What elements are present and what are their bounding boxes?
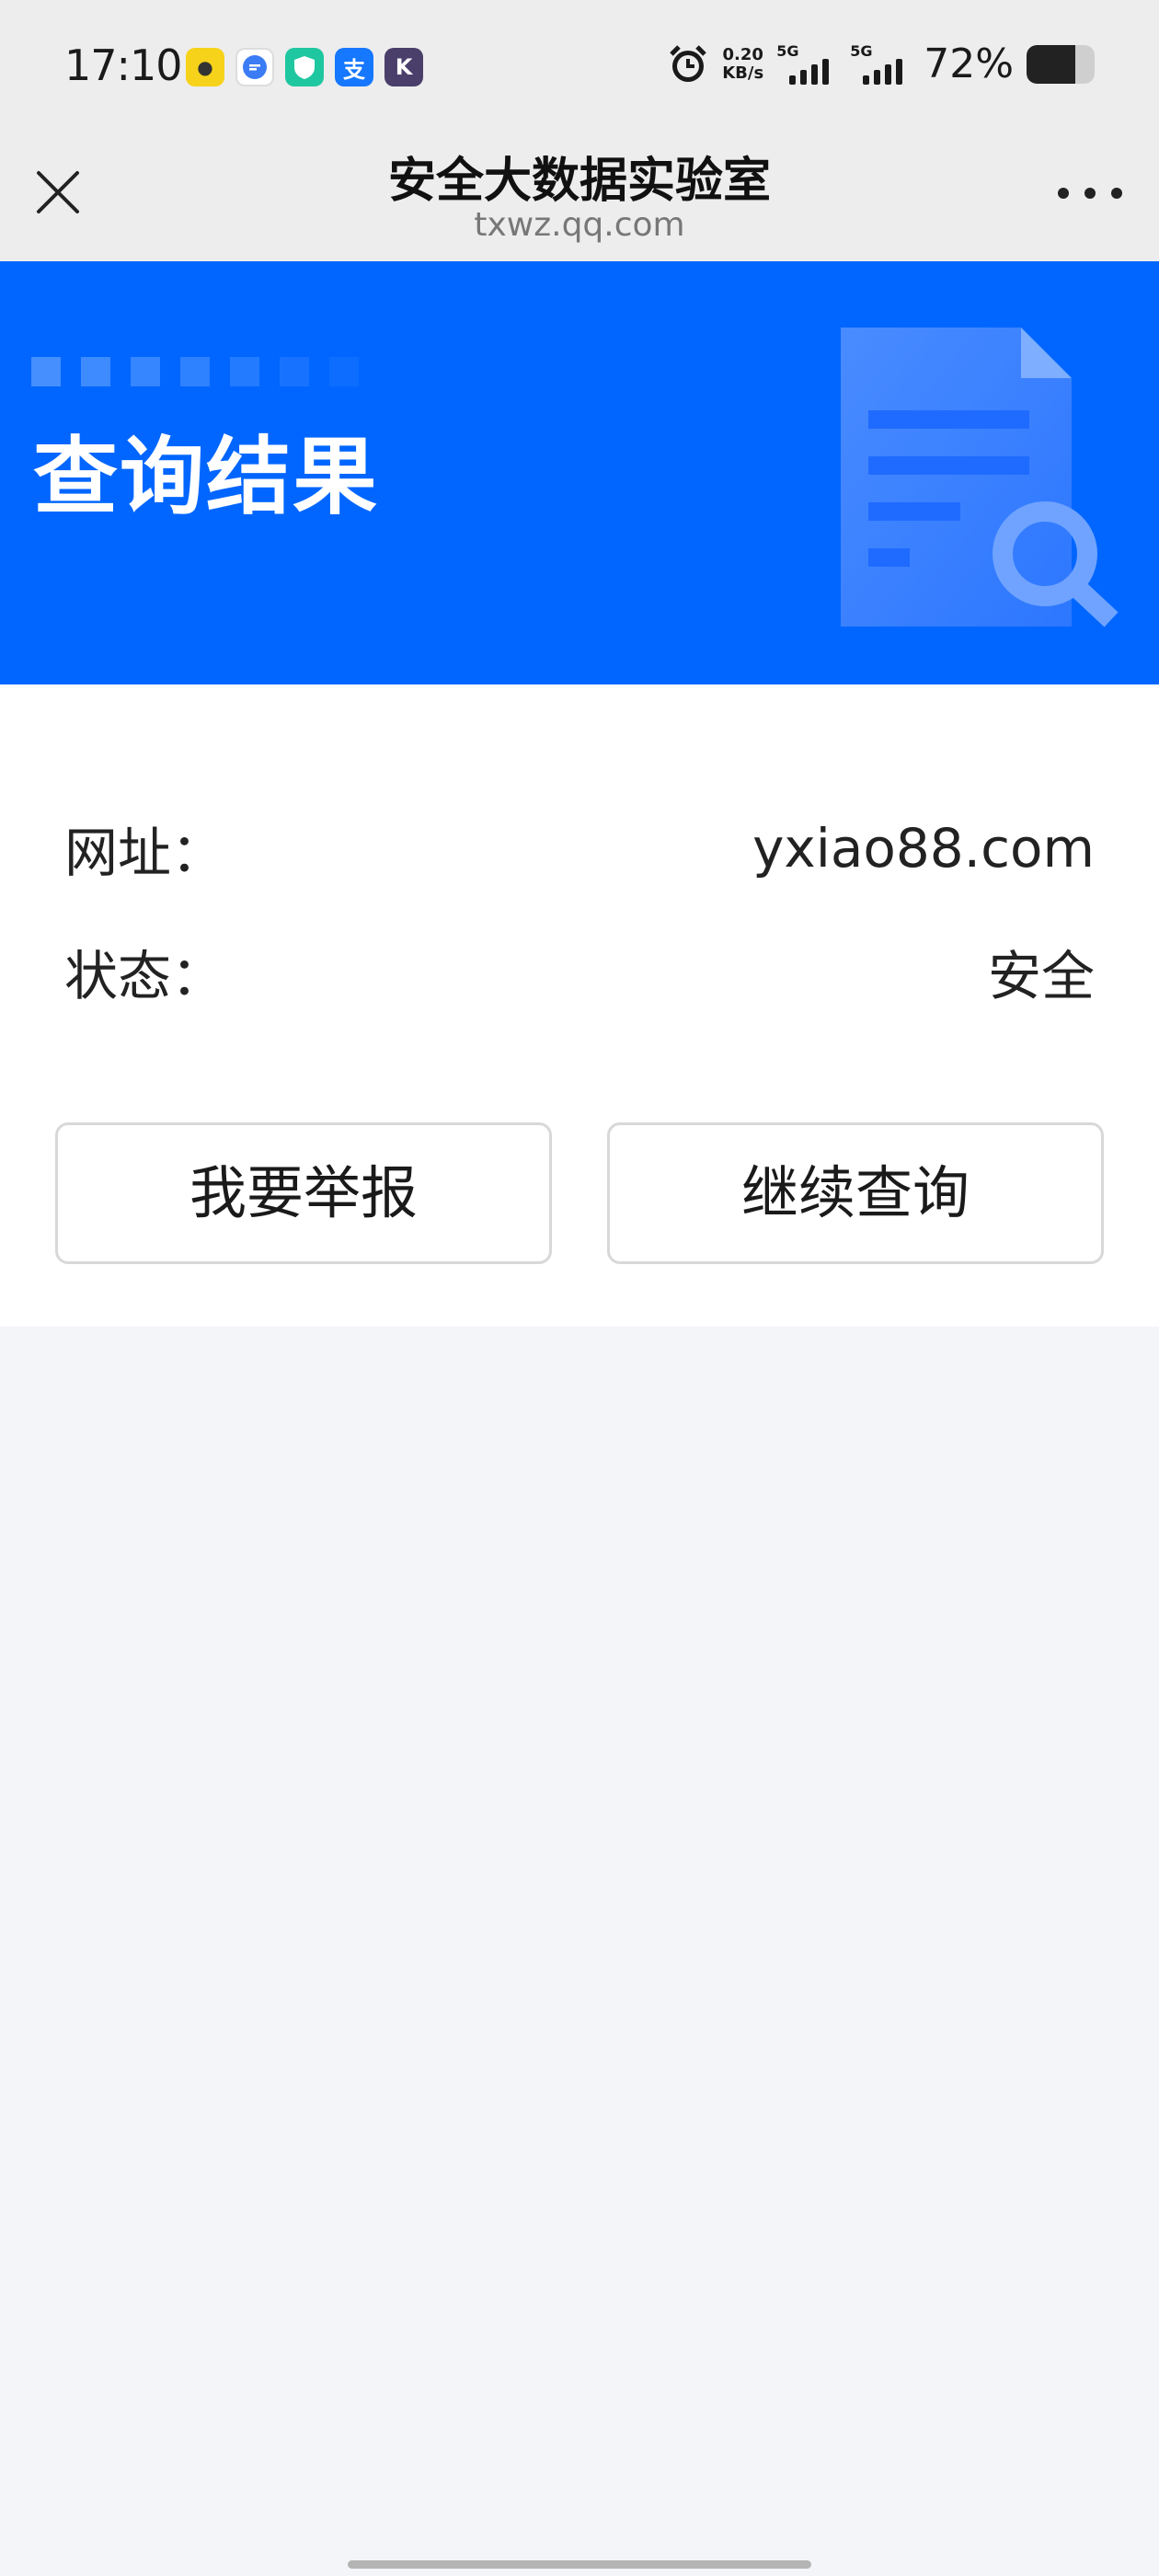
status-right-cluster: 0.20 KB/s 5G 5G 72%: [667, 40, 1095, 87]
page-title: 安全大数据实验室: [387, 154, 771, 209]
url-label: 网址：: [64, 822, 225, 884]
status-row: 状态： 安全: [64, 935, 1095, 1008]
k-app-icon: K: [384, 48, 423, 86]
page-domain: txwz.qq.com: [474, 206, 685, 244]
signal-strength-sim1-icon: 5G: [776, 42, 837, 85]
status-time: 17:10: [64, 40, 183, 90]
notification-app-icons: ● 支 K: [186, 48, 423, 86]
shield-app-icon: [285, 48, 324, 86]
battery-fill: [1027, 44, 1076, 84]
status-label: 状态：: [64, 945, 225, 1007]
signal-strength-sim2-icon: 5G: [850, 42, 911, 85]
decorative-squares: [31, 357, 359, 386]
url-row: 网址： yxiao88.com: [64, 811, 1095, 885]
result-card: 网址： yxiao88.com 状态： 安全 我要举报 继续查询: [0, 684, 1159, 1327]
url-value: yxiao88.com: [752, 817, 1095, 880]
result-banner: 查询结果: [0, 261, 1159, 684]
banner-title: 查询结果: [33, 428, 380, 526]
home-indicator[interactable]: [348, 2560, 811, 2569]
battery-icon: [1027, 44, 1095, 84]
battery-percent: 72%: [924, 40, 1014, 87]
status-value: 安全: [987, 945, 1095, 1007]
alarm-icon: [670, 44, 707, 82]
continue-query-button[interactable]: 继续查询: [607, 1122, 1104, 1264]
browser-nav-bar: 安全大数据实验室 txwz.qq.com: [0, 138, 1159, 261]
more-options-icon[interactable]: [1058, 184, 1122, 202]
report-button[interactable]: 我要举报: [55, 1122, 552, 1264]
document-search-icon: [841, 328, 1119, 627]
message-app-icon: [235, 48, 274, 86]
alipay-icon: 支: [335, 48, 373, 86]
yellow-app-icon: ●: [186, 48, 224, 86]
status-bar: 17:10 ● 支 K 0.20 KB/s 5G 5G 72%: [0, 0, 1159, 138]
network-speed: 0.20 KB/s: [722, 44, 764, 83]
